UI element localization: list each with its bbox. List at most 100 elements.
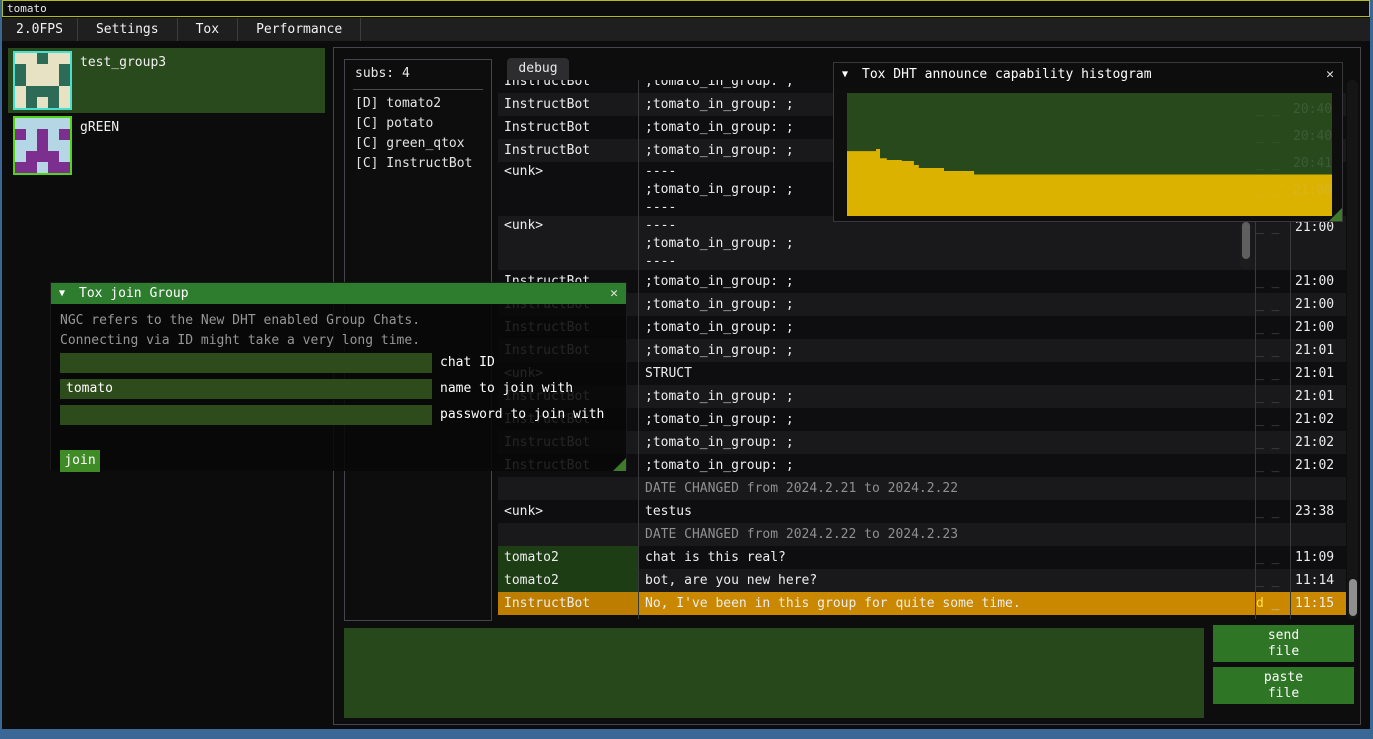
- menu-item-performance[interactable]: Performance: [238, 18, 361, 41]
- menu-item-tox[interactable]: Tox: [178, 18, 238, 41]
- avatar-pixel: [48, 162, 59, 173]
- menu-item-settings[interactable]: Settings: [78, 18, 178, 41]
- member-item[interactable]: [D] tomato2: [355, 94, 441, 114]
- send-file-button[interactable]: sendfile: [1213, 625, 1354, 662]
- message-time: 21:02: [1295, 431, 1346, 454]
- collapse-arrow-icon[interactable]: ▼: [59, 283, 65, 304]
- chat-message-row[interactable]: tomato2bot, are you new here?_ _11:14: [498, 569, 1346, 592]
- avatar-pixel: [26, 64, 37, 75]
- avatar-pixel: [15, 75, 26, 86]
- chat-message-row[interactable]: tomato2chat is this real?_ _11:09: [498, 546, 1346, 569]
- menu-bar: 2.0FPS SettingsToxPerformance: [2, 18, 1370, 41]
- avatar-pixel: [15, 97, 26, 108]
- ghost-flags: _ _: [1256, 125, 1279, 148]
- chat-message-row[interactable]: <unk>testus_ _23:38: [498, 500, 1346, 523]
- inner-scrollbar-thumb[interactable]: [1242, 222, 1250, 259]
- avatar-pixel: [26, 151, 37, 162]
- message-sender: InstructBot: [498, 139, 638, 162]
- member-item[interactable]: [C] potato: [355, 114, 433, 134]
- resize-grip[interactable]: [1329, 208, 1342, 221]
- join-field-input-chat-ID[interactable]: [60, 353, 432, 373]
- delivered-flag: d: [1256, 596, 1264, 611]
- chat-message-row[interactable]: <unk>----;tomato_in_group: ;----_ _21:00: [498, 216, 1346, 270]
- message-flags: _ _: [1256, 270, 1290, 293]
- join-group-dialog: ▼ Tox join Group ✕ NGC refers to the New…: [50, 282, 627, 470]
- message-text: ;tomato_in_group: ;: [639, 431, 1252, 454]
- date-changed-row: DATE CHANGED from 2024.2.22 to 2024.2.23: [498, 523, 1346, 546]
- histogram-window-titlebar: ▼ Tox DHT announce capability histogram …: [834, 63, 1342, 87]
- message-text: ;tomato_in_group: ;: [639, 339, 1252, 362]
- group-avatar: [13, 116, 72, 175]
- message-line: ;tomato_in_group: ;: [645, 270, 1252, 293]
- chat-scrollbar-thumb[interactable]: [1349, 579, 1357, 616]
- close-icon[interactable]: ✕: [610, 283, 618, 304]
- message-line: ;tomato_in_group: ;: [645, 339, 1252, 362]
- message-line: ;tomato_in_group: ;: [645, 235, 1252, 253]
- join-button[interactable]: join: [60, 450, 100, 472]
- message-flags: _ _: [1256, 546, 1290, 569]
- message-input[interactable]: [344, 628, 1204, 718]
- message-text: bot, are you new here?: [639, 569, 1252, 592]
- avatar-pixel: [37, 64, 48, 75]
- avatar-pixel: [37, 151, 48, 162]
- message-time: 23:38: [1295, 500, 1346, 523]
- message-line: ;tomato_in_group: ;: [645, 385, 1252, 408]
- window-frame: [0, 729, 1373, 739]
- avatar-pixel: [15, 118, 26, 129]
- message-line: No, I've been in this group for quite so…: [645, 592, 1252, 615]
- message-flags: _ _: [1256, 500, 1290, 523]
- join-field-label: password to join with: [440, 405, 604, 425]
- avatar-pixel: [37, 162, 48, 173]
- message-sender: <unk>: [498, 216, 638, 270]
- member-item[interactable]: [C] green_qtox: [355, 134, 465, 154]
- fps-counter: 2.0FPS: [2, 18, 78, 41]
- window-titlebar: tomato: [2, 0, 1370, 17]
- avatar-pixel: [59, 75, 70, 86]
- join-field-input-password-to-join-with[interactable]: [60, 405, 432, 425]
- message-flags: d _: [1256, 592, 1290, 615]
- paste-file-button[interactable]: pastefile: [1213, 667, 1354, 704]
- message-time: 21:01: [1295, 385, 1346, 408]
- tab-debug[interactable]: debug: [507, 58, 569, 80]
- join-field-input-name-to-join-with[interactable]: tomato: [60, 379, 432, 399]
- histogram-window-title: Tox DHT announce capability histogram: [862, 63, 1152, 87]
- chat-message-row[interactable]: InstructBot No, I've been in this group f…: [498, 592, 1346, 615]
- message-line: ;tomato_in_group: ;: [645, 431, 1252, 454]
- avatar-pixel: [26, 97, 37, 108]
- message-time: 11:14: [1295, 569, 1346, 592]
- avatar-pixel: [26, 129, 37, 140]
- avatar-pixel: [15, 53, 26, 64]
- avatar-pixel: [37, 129, 48, 140]
- avatar-pixel: [26, 75, 37, 86]
- resize-grip[interactable]: [613, 458, 626, 471]
- message-line: ----: [645, 253, 1252, 270]
- chat-scrollbar-track[interactable]: [1347, 80, 1358, 619]
- group-list-item[interactable]: gREEN: [8, 113, 325, 178]
- message-line: ;tomato_in_group: ;: [645, 408, 1252, 431]
- avatar-pixel: [59, 86, 70, 97]
- message-time: 21:01: [1295, 339, 1346, 362]
- member-separator: [353, 89, 483, 90]
- join-dialog-body: NGC refers to the New DHT enabled Group …: [51, 304, 626, 471]
- message-time: 21:02: [1295, 408, 1346, 431]
- message-text: testus: [639, 500, 1252, 523]
- message-flags: _ _: [1256, 431, 1290, 454]
- avatar-pixel: [59, 162, 70, 173]
- join-dialog-titlebar: ▼ Tox join Group ✕: [51, 283, 626, 304]
- avatar-pixel: [37, 53, 48, 64]
- group-list-item[interactable]: test_group3: [8, 48, 325, 113]
- date-changed-text: DATE CHANGED from 2024.2.21 to 2024.2.22: [645, 477, 958, 500]
- member-item[interactable]: [C] InstructBot: [355, 154, 472, 174]
- avatar-pixel: [59, 129, 70, 140]
- avatar-pixel: [26, 53, 37, 64]
- message-text: ;tomato_in_group: ;: [639, 316, 1252, 339]
- avatar-pixel: [59, 97, 70, 108]
- message-text: STRUCT: [639, 362, 1252, 385]
- avatar-pixel: [15, 151, 26, 162]
- avatar-pixel: [37, 140, 48, 151]
- message-text: ;tomato_in_group: ;: [639, 270, 1252, 293]
- message-sender: InstructBot: [498, 592, 638, 615]
- collapse-arrow-icon[interactable]: ▼: [842, 63, 848, 87]
- message-line: chat is this real?: [645, 546, 1252, 569]
- close-icon[interactable]: ✕: [1326, 63, 1334, 87]
